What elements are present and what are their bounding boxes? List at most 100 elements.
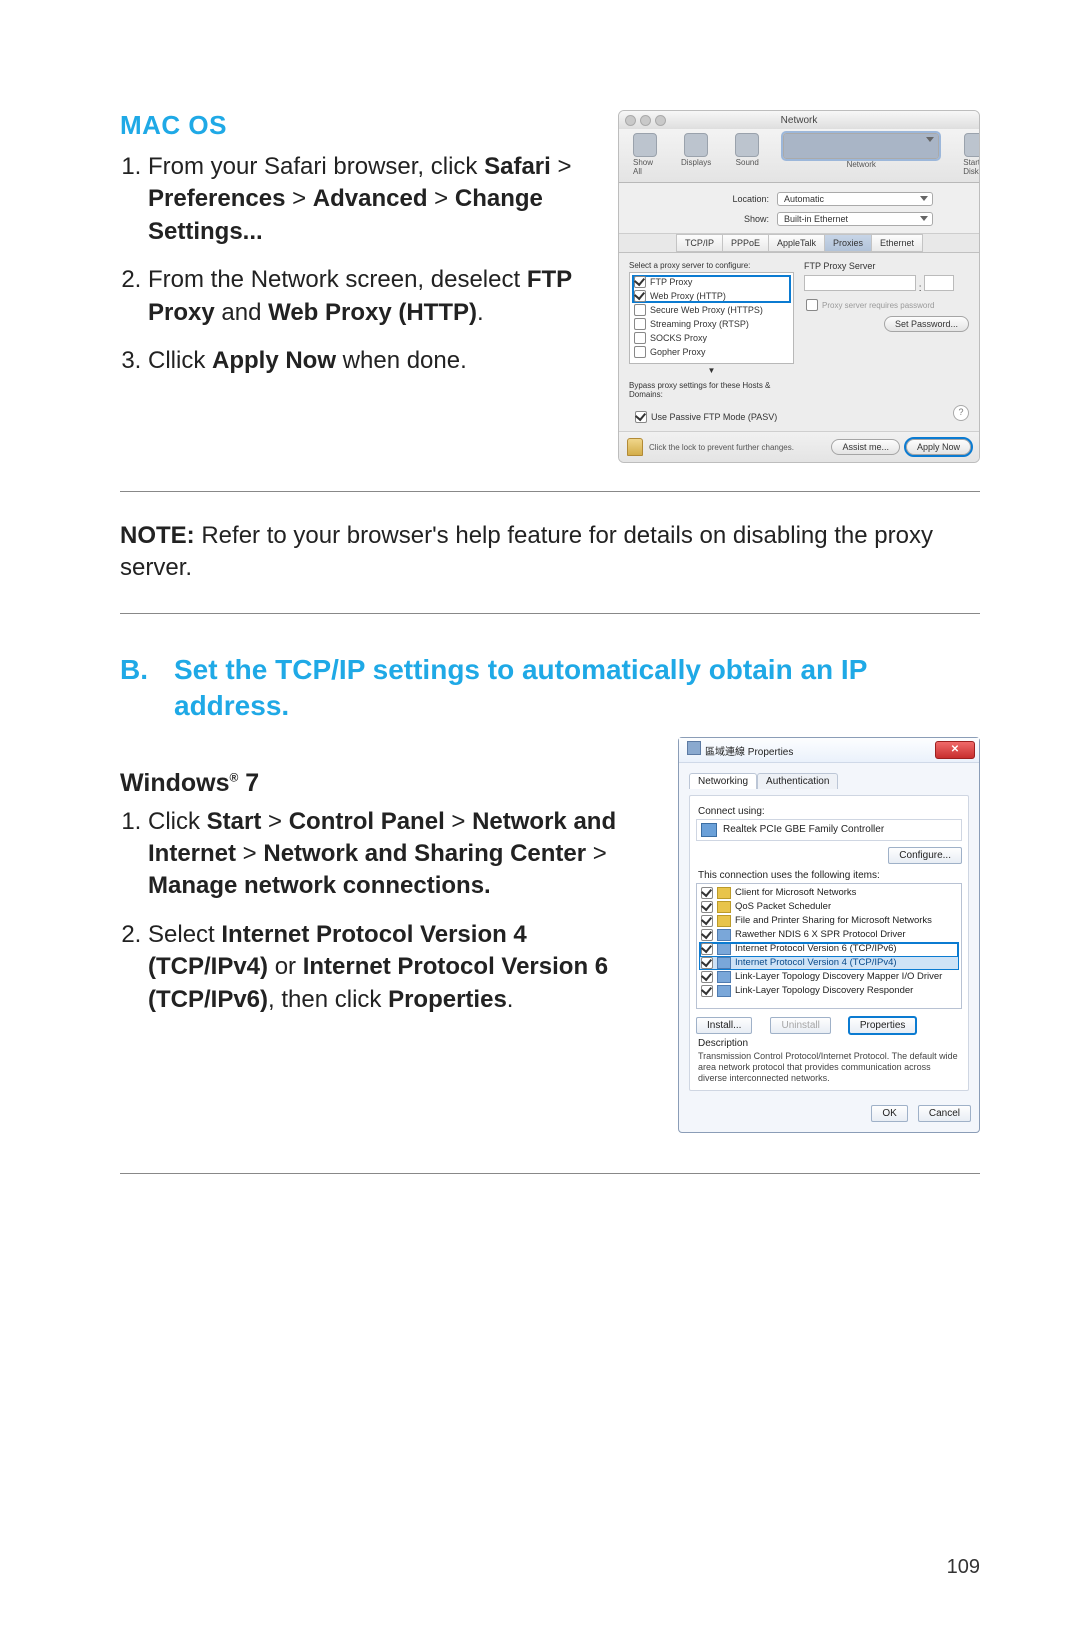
components-list[interactable]: Client for Microsoft Networks QoS Packet… <box>696 883 962 1009</box>
show-label: Show: <box>744 214 769 224</box>
uninstall-button[interactable]: Uninstall <box>770 1017 830 1034</box>
adapter-box: Realtek PCIe GBE Family Controller <box>696 819 962 841</box>
checkbox-icon[interactable] <box>701 957 713 969</box>
install-button[interactable]: Install... <box>696 1017 752 1034</box>
toolbar-network[interactable]: Network <box>783 133 939 176</box>
prefs-toolbar: Show All Displays Sound Network Startup … <box>619 129 979 183</box>
show-select[interactable]: Built-in Ethernet <box>777 212 933 226</box>
grid-icon <box>633 133 657 157</box>
windows-heading: Windows® 7 <box>120 769 648 798</box>
tab-networking[interactable]: Networking <box>689 773 757 789</box>
lock-icon[interactable] <box>627 438 643 456</box>
toolbar-displays[interactable]: Displays <box>681 133 711 176</box>
selected-item-ipv4[interactable]: Internet Protocol Version 4 (TCP/IPv4) <box>699 956 959 970</box>
macos-step-3: Cllick Apply Now when done. <box>148 345 588 377</box>
checkbox-icon[interactable] <box>635 411 647 423</box>
chevron-down-icon[interactable]: ▼ <box>629 366 794 375</box>
ok-button[interactable]: OK <box>871 1105 907 1122</box>
checkbox-icon[interactable] <box>701 985 713 997</box>
assist-button[interactable]: Assist me... <box>831 439 900 455</box>
mac-network-screenshot: Network Show All Displays Sound Network … <box>618 110 980 463</box>
tab-pppoe[interactable]: PPPoE <box>722 234 769 252</box>
checkbox-icon[interactable] <box>634 318 646 330</box>
require-password-label: Proxy server requires password <box>822 301 934 310</box>
protocol-icon <box>717 957 731 969</box>
protocol-icon <box>717 929 731 941</box>
windows-step-2: Select Internet Protocol Version 4 (TCP/… <box>148 919 648 1016</box>
item-web-proxy: Web Proxy (HTTP) <box>650 291 726 301</box>
checkbox-icon[interactable] <box>634 290 646 302</box>
display-icon <box>684 133 708 157</box>
close-button[interactable]: ✕ <box>935 741 975 759</box>
checkbox-icon[interactable] <box>701 971 713 983</box>
tab-authentication[interactable]: Authentication <box>757 773 838 789</box>
service-icon <box>717 901 731 913</box>
checkbox-icon[interactable] <box>806 299 818 311</box>
lock-label: Click the lock to prevent further change… <box>649 443 794 452</box>
location-select[interactable]: Automatic <box>777 192 933 206</box>
checkbox-icon[interactable] <box>701 901 713 913</box>
checkbox-icon[interactable] <box>701 929 713 941</box>
divider <box>120 1173 980 1174</box>
checkbox-icon[interactable] <box>634 346 646 358</box>
speaker-icon <box>735 133 759 157</box>
section-b-title: Set the TCP/IP settings to automatically… <box>174 652 980 725</box>
set-password-button[interactable]: Set Password... <box>884 316 969 332</box>
tab-appletalk[interactable]: AppleTalk <box>768 234 825 252</box>
description-label: Description <box>698 1038 962 1049</box>
globe-icon <box>783 133 939 159</box>
tab-ethernet[interactable]: Ethernet <box>871 234 923 252</box>
macos-steps: From your Safari browser, click Safari >… <box>120 151 588 377</box>
macos-step-1: From your Safari browser, click Safari >… <box>148 151 588 248</box>
disk-icon <box>964 133 980 157</box>
toolbar-sound[interactable]: Sound <box>735 133 759 176</box>
checkbox-icon[interactable] <box>701 915 713 927</box>
windows-steps: Click Start > Control Panel > Network an… <box>120 806 648 1016</box>
description-text: Transmission Control Protocol/Internet P… <box>696 1051 962 1085</box>
properties-button[interactable]: Properties <box>849 1017 917 1034</box>
help-icon[interactable]: ? <box>953 405 969 421</box>
section-b-letter: B. <box>120 652 148 725</box>
checkbox-icon[interactable] <box>701 887 713 899</box>
checkbox-icon[interactable] <box>634 332 646 344</box>
service-icon <box>717 915 731 927</box>
checkbox-icon[interactable] <box>701 943 713 955</box>
toolbar-startup[interactable]: Startup Disk <box>963 133 980 176</box>
tab-tcpip[interactable]: TCP/IP <box>676 234 723 252</box>
item-ftp-proxy: FTP Proxy <box>650 277 692 287</box>
proxy-host-input[interactable] <box>804 275 916 291</box>
cancel-button[interactable]: Cancel <box>918 1105 971 1122</box>
page-number: 109 <box>947 1556 980 1579</box>
item-secure-web: Secure Web Proxy (HTTPS) <box>650 305 763 315</box>
nic-icon <box>701 823 717 837</box>
protocol-icon <box>717 971 731 983</box>
windows-properties-screenshot: 區域連線 Properties ✕ Networking Authenticat… <box>678 737 980 1134</box>
item-gopher: Gopher Proxy <box>650 347 706 357</box>
tab-proxies[interactable]: Proxies <box>824 234 872 252</box>
note-text: NOTE: Refer to your browser's help featu… <box>120 520 980 585</box>
protocol-icon <box>717 985 731 997</box>
divider <box>120 491 980 492</box>
macos-step-2: From the Network screen, deselect FTP Pr… <box>148 264 588 329</box>
proxy-list-label: Select a proxy server to configure: <box>629 261 794 270</box>
checkbox-icon[interactable] <box>634 276 646 288</box>
configure-button[interactable]: Configure... <box>888 847 962 864</box>
checkbox-icon[interactable] <box>634 304 646 316</box>
divider <box>120 613 980 614</box>
apply-now-button[interactable]: Apply Now <box>906 439 971 455</box>
proxy-port-input[interactable] <box>924 275 954 291</box>
proxy-list[interactable]: FTP Proxy Web Proxy (HTTP) Secure Web Pr… <box>629 272 794 364</box>
item-socks: SOCKS Proxy <box>650 333 707 343</box>
protocol-icon <box>717 943 731 955</box>
window-title: Network <box>619 115 979 126</box>
connect-using-label: Connect using: <box>698 806 962 817</box>
items-label: This connection uses the following items… <box>698 870 962 881</box>
bypass-label: Bypass proxy settings for these Hosts & … <box>629 381 794 399</box>
network-icon <box>687 741 701 755</box>
macos-heading: MAC OS <box>120 110 588 141</box>
windows-step-1: Click Start > Control Panel > Network an… <box>148 806 648 903</box>
location-label: Location: <box>732 194 769 204</box>
client-icon <box>717 887 731 899</box>
toolbar-showall[interactable]: Show All <box>633 133 657 176</box>
dialog-title: 區域連線 Properties <box>705 747 793 758</box>
